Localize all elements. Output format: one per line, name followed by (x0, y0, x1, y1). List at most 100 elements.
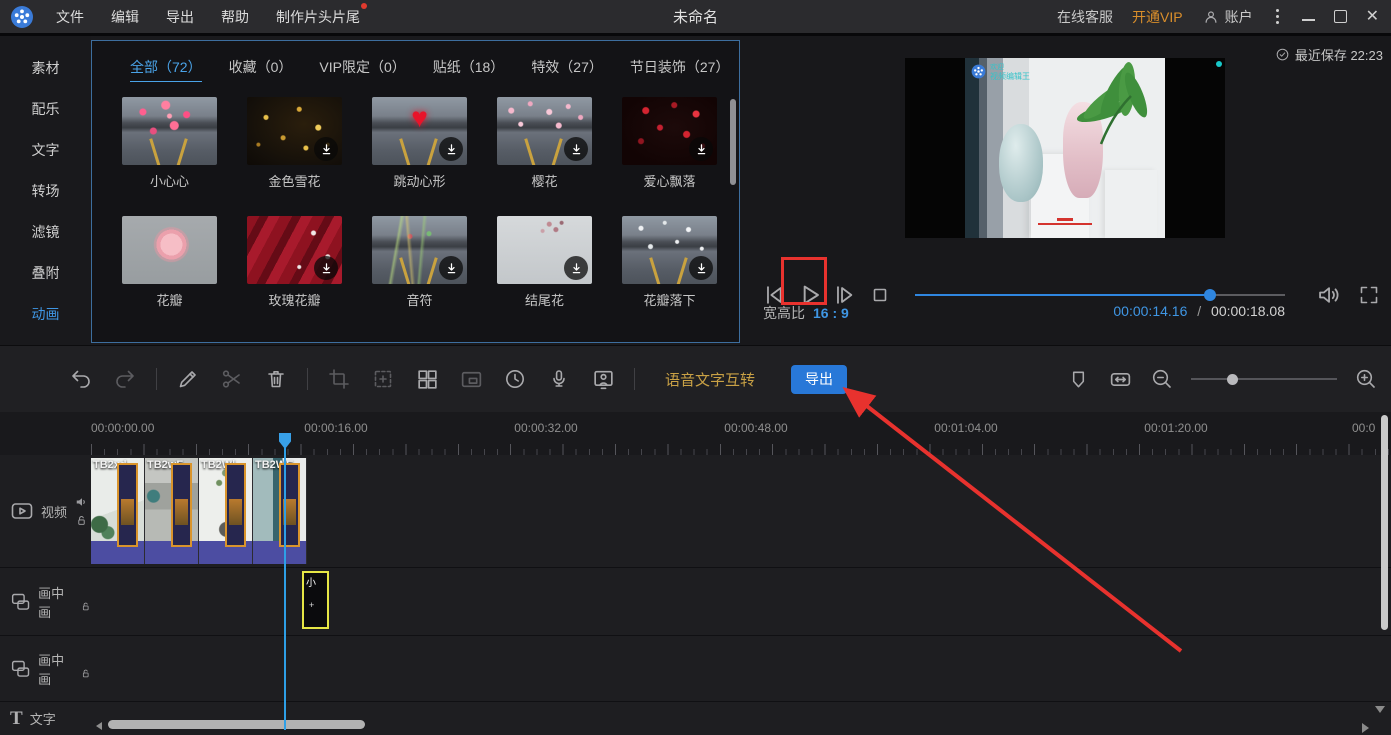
unlock-track-icon[interactable] (80, 667, 91, 680)
video-clip[interactable]: TB2xd (91, 458, 145, 564)
zoom-out-button[interactable] (1149, 366, 1175, 392)
speech-to-text-button[interactable]: 语音文字互转 (665, 369, 755, 390)
library-item[interactable]: 玫瑰花瓣 (247, 216, 342, 309)
edit-button[interactable] (175, 366, 201, 392)
export-button[interactable]: 导出 (791, 365, 847, 394)
library-item-thumbnail (247, 216, 342, 284)
menu-export[interactable]: 导出 (166, 7, 194, 27)
timeline-zoom-slider[interactable] (1191, 378, 1337, 380)
chroma-key-button[interactable] (590, 366, 616, 392)
tab-effects[interactable]: 特效（27） (531, 57, 603, 82)
timeline-zoom-handle[interactable] (1227, 374, 1238, 385)
app-watermark: 欢迎 视频编辑王 (971, 64, 1030, 81)
timeline: 00:00:00.00 00:00:16.00 00:00:32.00 00:0… (0, 412, 1391, 735)
account-button[interactable]: 账户 (1202, 7, 1253, 27)
video-clip[interactable]: TB2Wl (199, 458, 253, 564)
toolbar-left: 语音文字互转 导出 (68, 346, 847, 412)
duration-button[interactable] (502, 366, 528, 392)
horizontal-scrollbar[interactable] (108, 720, 365, 729)
animation-overlay[interactable] (117, 463, 138, 547)
seek-bar[interactable] (915, 294, 1285, 296)
more-menu-icon[interactable] (1276, 15, 1279, 18)
animation-clip-selected[interactable]: 小 (302, 571, 329, 629)
redo-button[interactable] (112, 366, 138, 392)
fullscreen-button[interactable] (1357, 283, 1381, 307)
record-voiceover-button[interactable] (546, 366, 572, 392)
menu-edit[interactable]: 编辑 (111, 7, 139, 27)
library-item[interactable]: 跳动心形 (372, 97, 467, 190)
sidebar-item-animation[interactable]: 动画 (0, 294, 91, 335)
download-icon[interactable] (314, 137, 338, 161)
online-support-link[interactable]: 在线客服 (1057, 7, 1113, 27)
menu-help[interactable]: 帮助 (221, 7, 249, 27)
split-screen-button[interactable] (414, 366, 440, 392)
undo-button[interactable] (68, 366, 94, 392)
menu-intro-outro[interactable]: 制作片头片尾 (276, 7, 360, 27)
library-item[interactable]: 音符 (372, 216, 467, 309)
scroll-down-arrow[interactable] (1375, 706, 1385, 713)
download-icon[interactable] (689, 137, 713, 161)
watermark-line1: 欢迎 (990, 64, 1030, 72)
download-icon[interactable] (439, 137, 463, 161)
marker-button[interactable] (1065, 366, 1091, 392)
zoom-in-button[interactable] (1353, 366, 1379, 392)
video-clip[interactable]: TB2wF (145, 458, 199, 564)
library-scrollbar[interactable] (730, 99, 736, 185)
sidebar-item-overlay[interactable]: 叠附 (0, 253, 91, 294)
library-item[interactable]: 金色雪花 (247, 97, 342, 190)
library-item[interactable]: 樱花 (497, 97, 592, 190)
animation-overlay[interactable] (171, 463, 192, 547)
unlock-track-icon[interactable] (75, 514, 88, 527)
tab-all[interactable]: 全部（72） (130, 57, 202, 82)
library-item-thumbnail (122, 97, 217, 165)
animation-overlay[interactable] (225, 463, 246, 547)
download-icon[interactable] (314, 256, 338, 280)
resize-handle-dot[interactable] (1216, 61, 1222, 67)
library-item[interactable]: 花瓣落下 (622, 216, 717, 309)
sidebar-item-filter[interactable]: 滤镜 (0, 212, 91, 253)
library-item[interactable]: 结尾花 (497, 216, 592, 309)
vip-upgrade-link[interactable]: 开通VIP (1132, 7, 1183, 27)
library-item[interactable]: 小心心 (122, 97, 217, 190)
download-icon[interactable] (564, 256, 588, 280)
freeze-frame-button[interactable] (370, 366, 396, 392)
delete-button[interactable] (263, 366, 289, 392)
library-item[interactable]: 爱心飘落 (622, 97, 717, 190)
sidebar-item-text[interactable]: 文字 (0, 130, 91, 171)
download-icon[interactable] (439, 256, 463, 280)
close-button[interactable]: ✕ (1366, 9, 1379, 25)
fullscreen-icon (1357, 283, 1381, 307)
aspect-ratio[interactable]: 宽高比16 : 9 (763, 303, 849, 323)
tab-vip-only[interactable]: VIP限定（0） (319, 57, 405, 82)
sidebar-item-transition[interactable]: 转场 (0, 171, 91, 212)
download-icon[interactable] (564, 137, 588, 161)
unlock-track-icon[interactable] (80, 600, 91, 613)
mute-track-icon[interactable] (75, 495, 89, 509)
library-item[interactable]: 花瓣 (122, 216, 217, 309)
stop-button[interactable] (868, 283, 892, 307)
vertical-scrollbar[interactable] (1381, 415, 1388, 630)
seek-handle[interactable] (1204, 289, 1216, 301)
fit-timeline-button[interactable] (1107, 366, 1133, 392)
scroll-right-arrow[interactable] (1362, 723, 1369, 733)
timeline-ruler[interactable]: 00:00:00.00 00:00:16.00 00:00:32.00 00:0… (0, 412, 1391, 455)
tab-holiday[interactable]: 节日装饰（27） (630, 57, 730, 82)
scroll-left-arrow[interactable] (96, 722, 102, 730)
tab-stickers[interactable]: 贴纸（18） (433, 57, 505, 82)
library-item-thumbnail (372, 97, 467, 165)
animation-overlay[interactable] (279, 463, 300, 547)
video-track-label: 视频 (41, 502, 67, 521)
sidebar-item-media[interactable]: 素材 (0, 48, 91, 89)
tab-favorites[interactable]: 收藏（0） (229, 57, 293, 82)
crop-button[interactable] (326, 366, 352, 392)
sidebar-item-music[interactable]: 配乐 (0, 89, 91, 130)
video-clip[interactable]: TB2WE (253, 458, 307, 564)
pip-button[interactable] (458, 366, 484, 392)
split-scissors-button[interactable] (219, 366, 245, 392)
volume-button[interactable] (1315, 282, 1342, 309)
minimize-button[interactable] (1302, 19, 1315, 21)
menu-file[interactable]: 文件 (56, 7, 84, 27)
library-item-thumbnail (122, 216, 217, 284)
download-icon[interactable] (689, 256, 713, 280)
maximize-button[interactable] (1334, 10, 1347, 23)
